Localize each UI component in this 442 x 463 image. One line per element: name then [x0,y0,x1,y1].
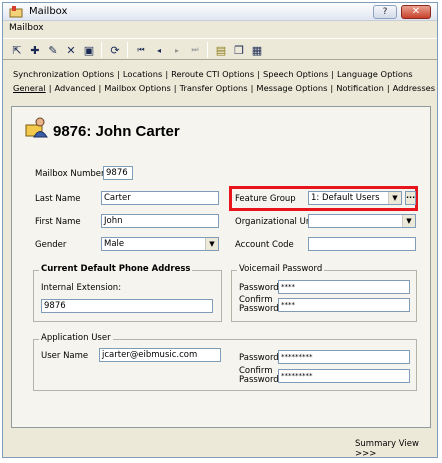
last-name-label: Last Name [35,194,81,204]
note-icon[interactable]: ▤ [213,42,229,58]
tabs-row-1: Synchronization Options | Locations | Rerout… [13,69,413,79]
add-icon[interactable]: ✚ [27,42,43,58]
mailbox-number-label: Mailbox Number [35,169,105,179]
select-icon[interactable]: ⇱ [9,42,25,58]
gender-select[interactable]: Male ▼ [101,237,219,251]
toolbar-separator [101,42,102,58]
help-button[interactable]: ? [373,5,397,19]
first-name-field[interactable]: John [101,214,219,228]
voicemail-confirm-field[interactable]: **** [278,298,410,312]
chevron-down-icon[interactable]: ▼ [388,192,401,204]
tab-advanced[interactable]: Advanced [55,83,96,93]
application-user-title: Application User [39,333,113,343]
window-title: Mailbox [29,6,68,17]
chevron-down-icon[interactable]: ▼ [402,215,415,227]
close-button[interactable]: ✕ [401,5,431,19]
previous-record-icon[interactable]: ◂ [151,42,167,58]
toolbar-separator [127,42,128,58]
edit-icon[interactable]: ✎ [45,42,61,58]
phone-address-group [33,270,222,322]
mailbox-icon [9,6,23,18]
toolbar-separator [207,42,208,58]
summary-view-link[interactable]: Summary View >>> [355,439,437,457]
tab-transfer-options[interactable]: Transfer Options [180,83,248,93]
application-user-group [33,339,417,391]
last-record-icon[interactable]: ⏭ [187,42,203,58]
account-code-label: Account Code [235,240,294,250]
tabs-row-2: General | Advanced | Mailbox Options | Transfe… [13,83,436,93]
tab-message-options[interactable]: Message Options [256,83,327,93]
user-name-field[interactable]: jcarter@eibmusic.com [99,348,221,362]
app-confirm-field[interactable]: ********* [278,369,410,383]
internal-extension-label: Internal Extension: [41,283,122,293]
delete-icon[interactable]: ✕ [63,42,79,58]
page-title: 9876: John Carter [53,123,180,140]
tab-mailbox-options[interactable]: Mailbox Options [104,83,171,93]
voicemail-password-field[interactable]: **** [278,280,410,294]
feature-group-select[interactable]: 1: Default Users ▼ [308,191,402,205]
copy-icon[interactable]: ❐ [231,42,247,58]
internal-extension-field[interactable]: 9876 [41,299,213,313]
save-icon[interactable]: ▣ [81,42,97,58]
feature-group-label: Feature Group [235,194,296,204]
tab-general[interactable]: General [13,83,46,93]
user-mailbox-icon [25,117,48,138]
title-bar: Mailbox ? ✕ [3,3,437,21]
app-password-label: Password [239,353,279,363]
tab-synchronization-options[interactable]: Synchronization Options [13,69,114,79]
tab-language-options[interactable]: Language Options [337,69,413,79]
user-name-label: User Name [41,351,89,361]
tab-notification[interactable]: Notification [336,83,384,93]
mailbox-window: Mailbox ? ✕ Mailbox ⇱ ✚ ✎ ✕ ▣ ⟳ ⏮ ◂ ▸ ⏭ … [2,2,438,458]
menu-bar: Mailbox [3,22,437,37]
feature-group-value: 1: Default Users [311,193,380,203]
first-record-icon[interactable]: ⏮ [133,42,149,58]
org-unit-label: Organizational Unit [235,217,317,227]
last-name-field[interactable]: Carter [101,191,219,205]
voicemail-password-label: Password [239,283,279,293]
feature-group-more-button[interactable]: ... [405,191,416,205]
phone-address-title: Current Default Phone Address [39,264,193,274]
tab-locations[interactable]: Locations [123,69,162,79]
toolbar: ⇱ ✚ ✎ ✕ ▣ ⟳ ⏮ ◂ ▸ ⏭ ▤ ❐ ▦ [3,38,437,60]
voicemail-confirm-label: Confirm Password [239,296,279,314]
grid-icon[interactable]: ▦ [249,42,265,58]
tab-speech-options[interactable]: Speech Options [263,69,328,79]
gender-value: Male [104,239,125,249]
voicemail-password-title: Voicemail Password [237,264,325,274]
org-unit-select[interactable]: ▼ [308,214,416,228]
account-code-field[interactable] [308,237,416,251]
next-record-icon[interactable]: ▸ [169,42,185,58]
confirm-label-line2: Password [239,304,279,314]
tab-addresses[interactable]: Addresses [393,83,435,93]
menu-mailbox[interactable]: Mailbox [9,23,44,33]
chevron-down-icon[interactable]: ▼ [205,238,218,250]
first-name-label: First Name [35,217,81,227]
app-password-field[interactable]: ********* [278,350,410,364]
app-confirm-label: Confirm Password [239,367,279,385]
confirm-label-line2: Password [239,375,279,385]
tab-reroute-cti-options[interactable]: Reroute CTI Options [171,69,254,79]
gender-label: Gender [35,240,67,250]
refresh-icon[interactable]: ⟳ [107,42,123,58]
mailbox-number-field[interactable]: 9876 [103,166,133,180]
